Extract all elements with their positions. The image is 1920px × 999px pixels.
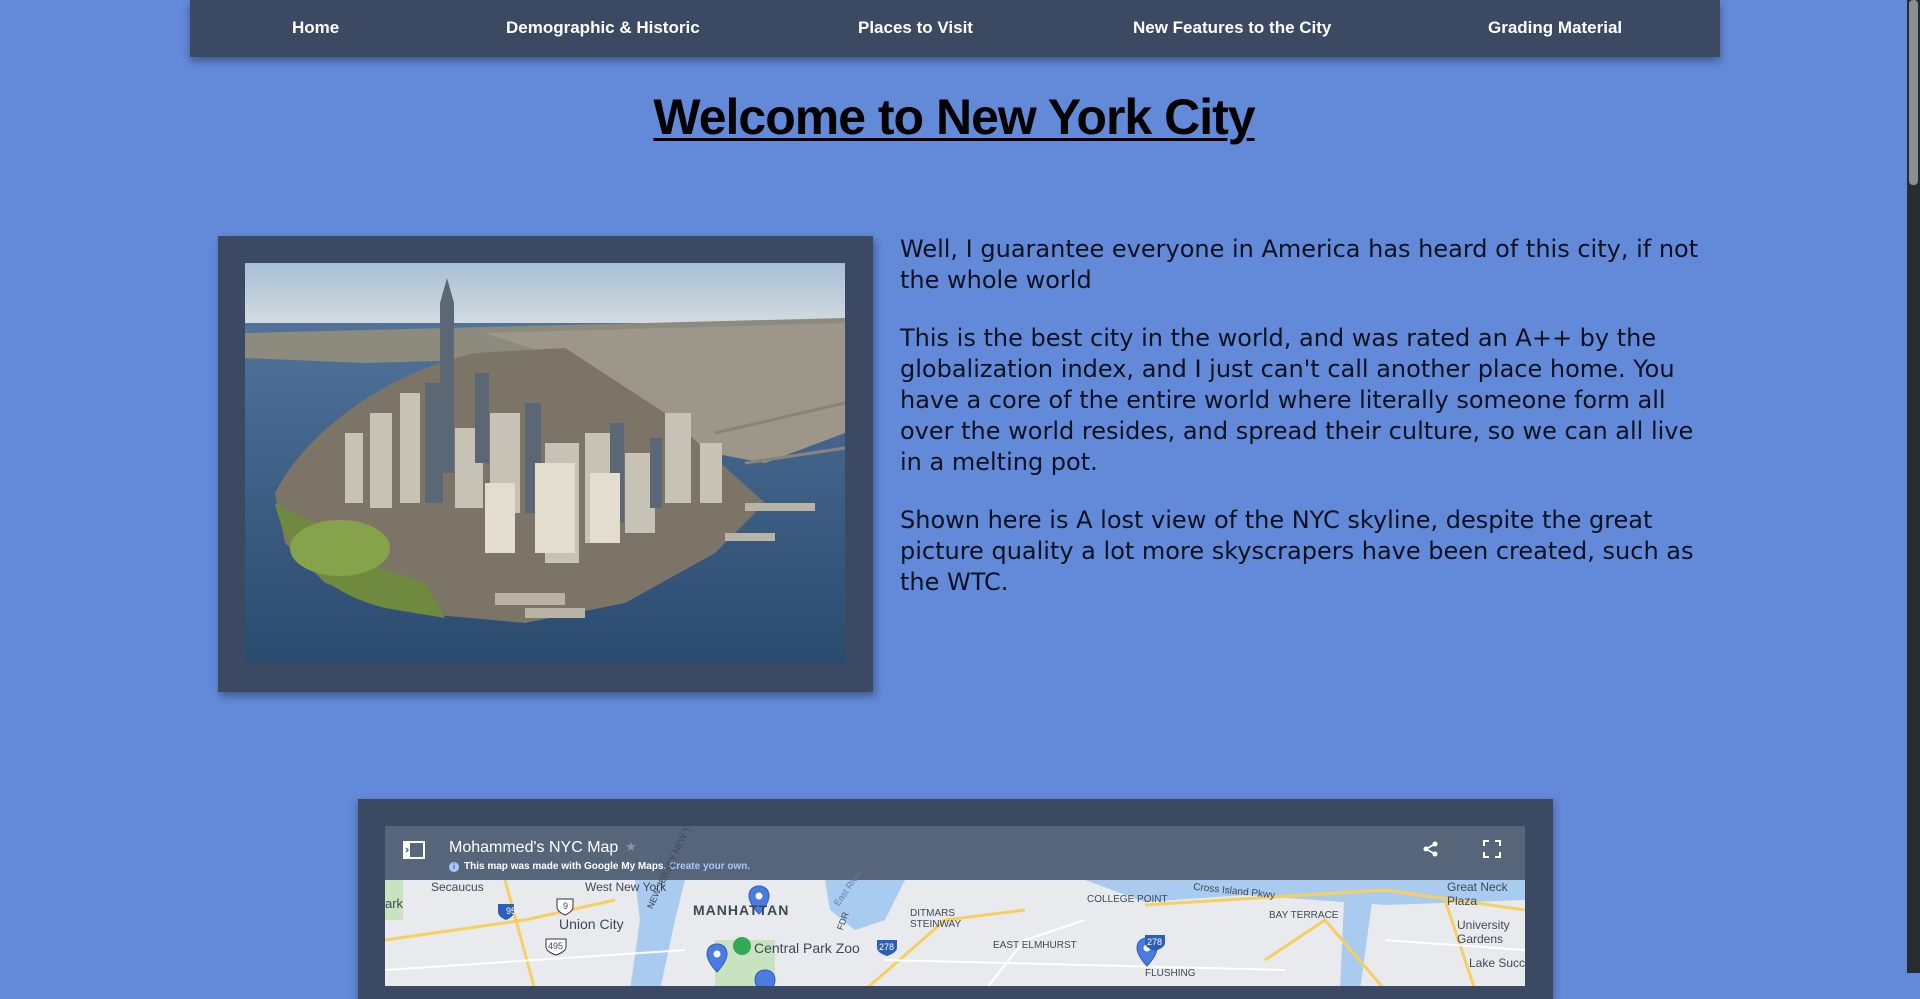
main-nav: Home Demographic & Historic Places to Vi…: [190, 0, 1720, 57]
page-title: Welcome to New York City: [653, 89, 1255, 145]
intro-text: Well, I guarantee everyone in America ha…: [900, 234, 1700, 625]
shield-i278-b: 278: [1147, 937, 1163, 947]
scrollbar-thumb[interactable]: [1909, 0, 1918, 185]
share-icon[interactable]: [1422, 840, 1440, 862]
shield-i495: 495: [548, 941, 564, 951]
map-label-flushing: FLUSHING: [1145, 968, 1196, 979]
map-info: i This map was made with Google My Maps. …: [449, 861, 750, 872]
create-your-own-link[interactable]: Create your own.: [669, 861, 750, 872]
info-icon: i: [449, 862, 459, 872]
map-label-east-elmhurst: EAST ELMHURST: [993, 940, 1077, 951]
map-label-university-gardens: University Gardens: [1457, 918, 1510, 946]
shield-i278-a: 278: [879, 942, 895, 952]
map-label-union-city: Union City: [559, 916, 624, 932]
map-label-college-point: COLLEGE POINT: [1087, 894, 1168, 905]
fullscreen-icon[interactable]: [1483, 840, 1501, 862]
map-label-lake-success: Lake Succ: [1469, 956, 1525, 970]
shield-r9: 9: [563, 901, 569, 911]
map-label-secaucus: Secaucus: [431, 880, 484, 894]
intro-paragraph-2: This is the best city in the world, and …: [900, 324, 1694, 476]
map-title: Mohammed's NYC Map: [449, 839, 619, 856]
map-label-bay-terrace: BAY TERRACE: [1269, 910, 1339, 921]
map-label-central-park-zoo: Central Park Zoo: [754, 940, 860, 956]
nav-demographic-historic[interactable]: Demographic & Historic: [506, 0, 700, 57]
map-legend-toggle-icon[interactable]: [403, 840, 425, 860]
nyc-skyline-photo: [245, 263, 845, 663]
map-header: Mohammed's NYC Map ★ i This map was made …: [385, 826, 1525, 880]
map-frame: Mohammed's NYC Map ★ i This map was made …: [358, 799, 1553, 999]
nav-new-features[interactable]: New Features to the City: [1133, 0, 1331, 57]
nav-grading-material[interactable]: Grading Material: [1488, 0, 1622, 57]
google-my-maps-embed[interactable]: Mohammed's NYC Map ★ i This map was made …: [385, 826, 1525, 986]
intro-paragraph-3: Shown here is A lost view of the NYC sky…: [900, 506, 1694, 596]
map-tiles[interactable]: 95 9 495 278 278 ark Secaucus West New Y…: [385, 826, 1525, 986]
map-label-manhattan: MANHATTAN: [693, 902, 790, 918]
map-label-great-neck-plaza: Great Neck Plaza: [1447, 880, 1508, 908]
page-scrollbar[interactable]: [1907, 0, 1920, 973]
intro-paragraph-1: Well, I guarantee everyone in America ha…: [900, 235, 1699, 294]
map-label-ditmars: DITMARS STEINWAY: [910, 908, 962, 930]
map-info-text: This map was made with Google My Maps.: [464, 861, 667, 872]
map-label-ark: ark: [385, 896, 404, 911]
shield-i95: 95: [506, 906, 517, 916]
nav-home[interactable]: Home: [292, 0, 339, 57]
photo-frame: [218, 236, 873, 692]
star-icon[interactable]: ★: [625, 840, 637, 855]
nav-places-to-visit[interactable]: Places to Visit: [858, 0, 973, 57]
